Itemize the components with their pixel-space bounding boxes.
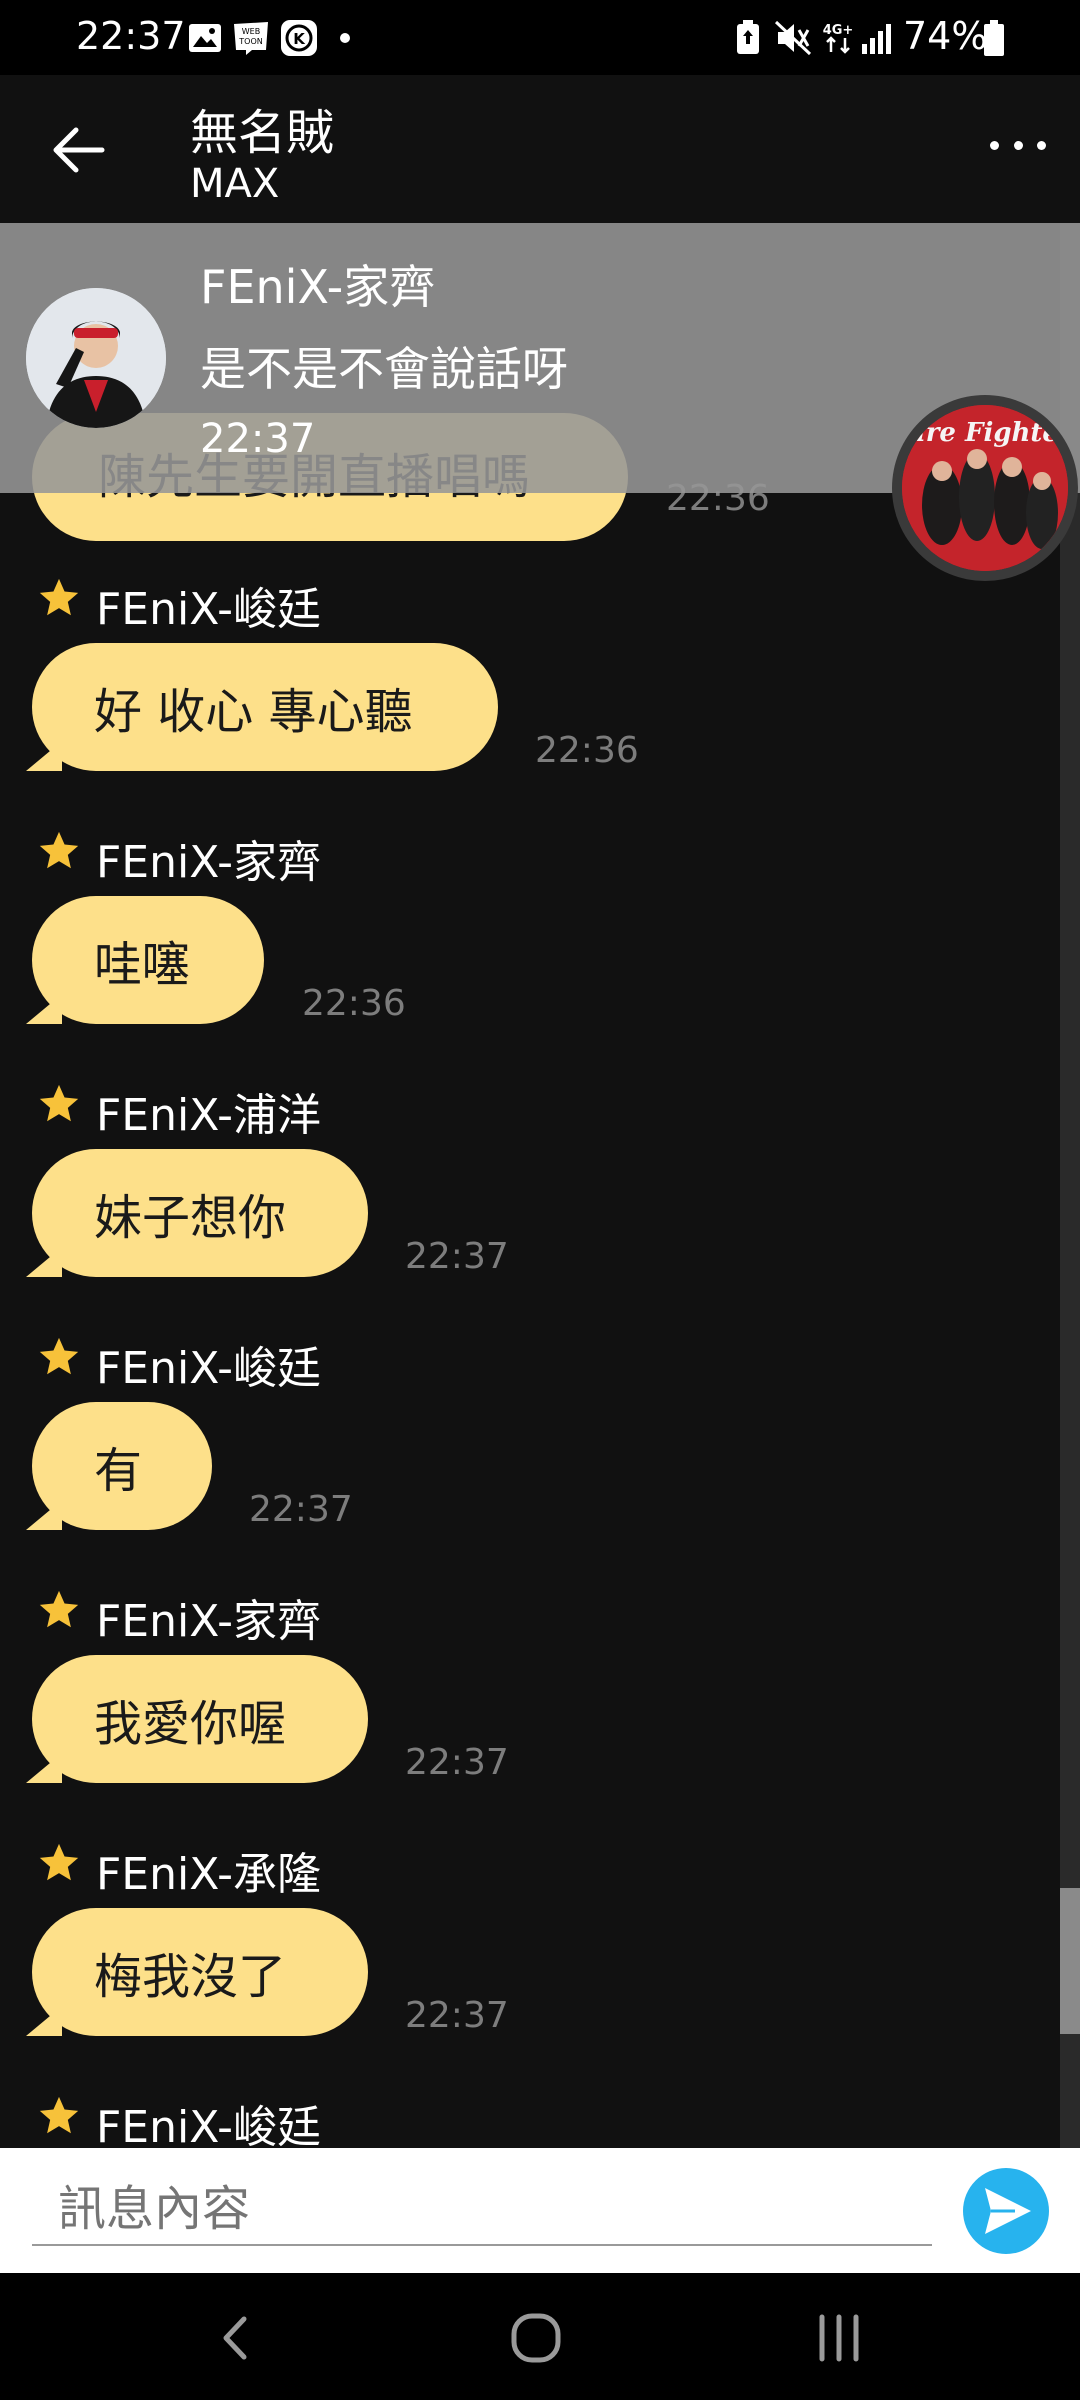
message-bubble[interactable]: 梅我沒了	[32, 1908, 368, 2036]
battery-percent: 74%	[903, 14, 988, 58]
chat-header: 無名賊 MAX	[0, 75, 1080, 223]
svg-text:WEB: WEB	[242, 27, 260, 36]
system-navigation-bar	[0, 2273, 1080, 2400]
album-cover-image: Fire Fighter	[902, 405, 1068, 571]
message-bubble[interactable]: 我愛你喔	[32, 1655, 368, 1783]
more-dot-icon	[990, 140, 999, 150]
battery-icon	[982, 20, 1006, 56]
notification-time: 22:37	[200, 416, 316, 462]
sender-name: FEniX-峻廷	[96, 584, 322, 635]
star-icon	[39, 2096, 79, 2134]
sender-name: FEniX-浦洋	[96, 1090, 322, 1141]
signal-icon	[860, 20, 894, 56]
message-time: 22:36	[302, 983, 406, 1024]
sender-name: FEniX-峻廷	[96, 1343, 322, 1394]
sender-name: FEniX-峻廷	[96, 2102, 322, 2148]
star-icon	[39, 1337, 79, 1375]
notification-sender: FEniX-家齊	[200, 260, 436, 314]
message-bubble[interactable]: 有	[32, 1402, 212, 1530]
dot-icon	[338, 20, 352, 56]
message-time: 22:36	[535, 730, 639, 771]
message-text: 哇噻	[94, 937, 191, 993]
svg-text:TOON: TOON	[238, 37, 262, 46]
home-icon	[511, 2313, 561, 2363]
chat-subtitle: MAX	[190, 161, 280, 207]
more-options-button[interactable]	[990, 135, 1046, 155]
message-time: 22:37	[405, 1742, 509, 1783]
svg-text:4G+: 4G+	[823, 23, 854, 38]
star-icon	[39, 1590, 79, 1628]
message-input[interactable]	[32, 2174, 932, 2246]
svg-text:K: K	[293, 30, 306, 48]
battery-saver-icon	[734, 20, 762, 56]
star-icon	[39, 578, 79, 616]
svg-text:Fire Fighter: Fire Fighter	[902, 418, 1068, 448]
floating-chat-head[interactable]: Fire Fighter	[892, 395, 1078, 581]
star-icon	[39, 1084, 79, 1122]
sender-name: FEniX-承隆	[96, 1849, 322, 1900]
message-text: 好 收心 專心聽	[94, 684, 413, 740]
chat-title: 無名賊	[190, 105, 335, 161]
notification-text: 是不是不會說話呀	[200, 342, 568, 396]
message-text: 我愛你喔	[94, 1696, 287, 1752]
more-dot-icon	[1013, 140, 1023, 150]
message-input-bar	[0, 2148, 1080, 2273]
webtoon-icon: WEB TOON	[232, 20, 270, 56]
mute-icon	[774, 20, 812, 56]
k-app-icon: K	[280, 20, 318, 56]
message-time: 22:37	[405, 1236, 509, 1277]
message-bubble[interactable]: 好 收心 專心聽	[32, 643, 498, 771]
message-text: 有	[94, 1443, 143, 1499]
message-time: 22:37	[405, 1995, 509, 2036]
more-dot-icon	[1037, 140, 1046, 150]
recents-icon	[819, 2314, 859, 2362]
message-text: 妹子想你	[94, 1190, 287, 1246]
send-button[interactable]	[963, 2168, 1049, 2254]
chevron-left-icon	[223, 2316, 247, 2360]
sender-name: FEniX-家齊	[96, 837, 322, 888]
scrollbar-thumb[interactable]	[1060, 1888, 1080, 2034]
nav-home-button[interactable]	[501, 2303, 571, 2373]
message-bubble[interactable]: 哇噻	[32, 896, 264, 1024]
network-icon: 4G+	[820, 20, 856, 56]
status-time: 22:37	[76, 14, 186, 58]
back-button[interactable]	[44, 115, 114, 185]
star-icon	[39, 831, 79, 869]
message-text: 梅我沒了	[94, 1949, 287, 2005]
back-arrow-icon	[53, 127, 105, 173]
avatar	[26, 288, 166, 428]
message-time: 22:37	[249, 1489, 353, 1530]
sender-name: FEniX-家齊	[96, 1596, 322, 1647]
nav-recents-button[interactable]	[804, 2303, 874, 2373]
status-bar: 22:37 WEB TOON K 4G+ 74%	[0, 0, 1080, 75]
gallery-icon	[188, 20, 222, 56]
message-bubble[interactable]: 妹子想你	[32, 1149, 368, 1277]
star-icon	[39, 1843, 79, 1881]
send-icon	[985, 2188, 1031, 2234]
nav-back-button[interactable]	[200, 2303, 270, 2373]
